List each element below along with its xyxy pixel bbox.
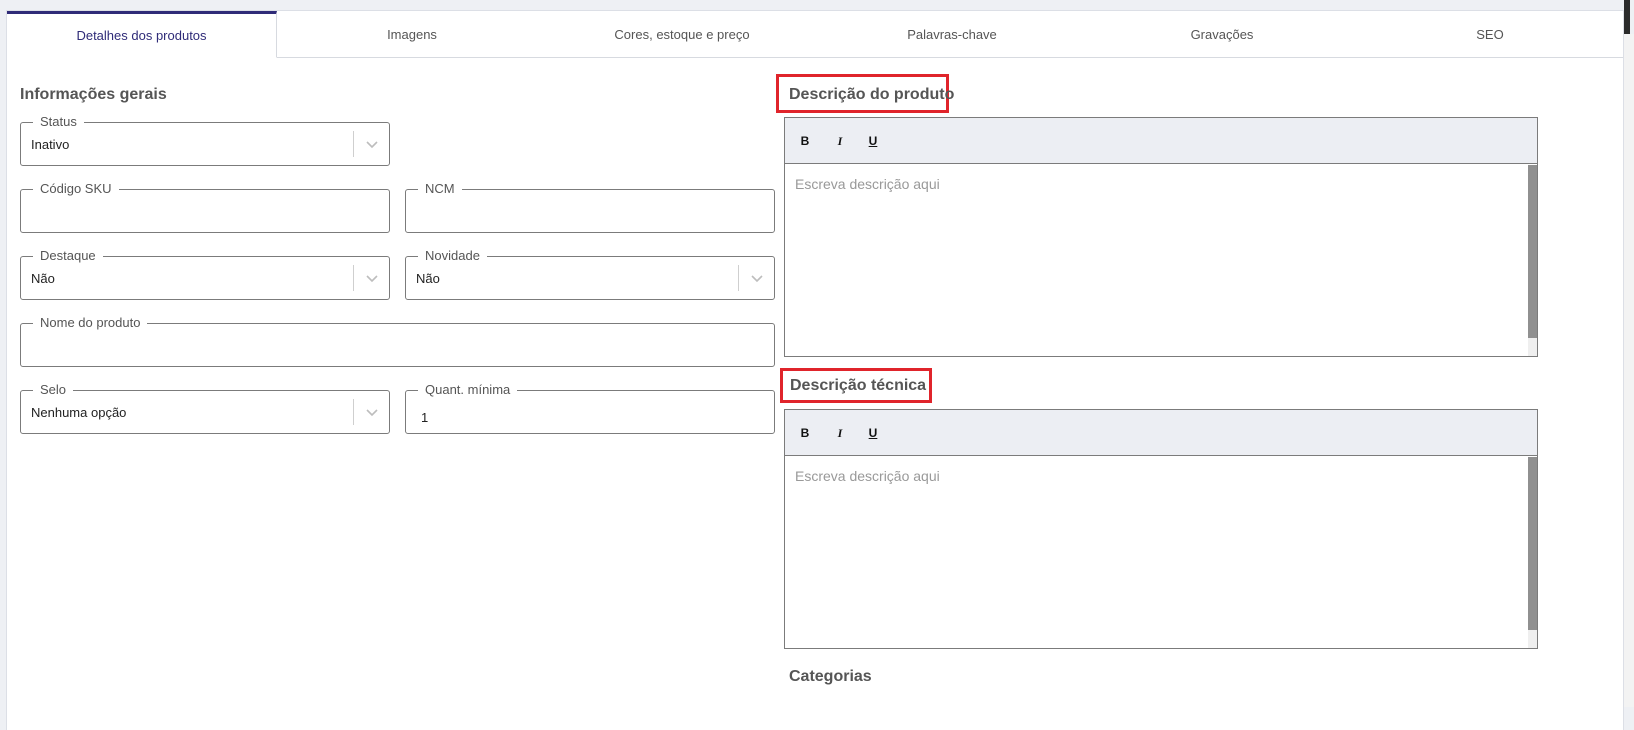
editor-toolbar: B I U (785, 410, 1537, 456)
novidade-label: Novidade (418, 248, 487, 264)
page-scrollbar-track[interactable] (1624, 34, 1634, 707)
categories-title: Categorias (789, 668, 872, 685)
selo-select[interactable]: Selo Nenhuma opção (20, 382, 390, 434)
select-separator (353, 399, 354, 425)
page-scrollbar-thumb[interactable] (1624, 0, 1630, 34)
product-description-title: Descrição do produto (789, 86, 955, 103)
tab-palavras-chave[interactable]: Palavras-chave (817, 11, 1087, 58)
technical-description-highlight: Descrição técnica (780, 368, 932, 403)
status-value: Inativo (31, 137, 70, 152)
select-separator (353, 265, 354, 291)
italic-button[interactable]: I (832, 426, 848, 441)
tab-bar: Detalhes dos produtos Imagens Cores, est… (7, 11, 1623, 58)
select-separator (738, 265, 739, 291)
selo-label: Selo (33, 382, 74, 398)
sku-input[interactable] (22, 191, 388, 231)
destaque-label: Destaque (33, 248, 103, 264)
tab-gravacoes[interactable]: Gravações (1087, 11, 1357, 58)
status-select[interactable]: Status Inativo (20, 114, 390, 166)
editor-scrollbar[interactable] (1528, 165, 1537, 356)
select-separator (353, 131, 354, 157)
technical-description-editor[interactable]: B I U Escreva descrição aqui (784, 409, 1538, 649)
tab-imagens[interactable]: Imagens (277, 11, 547, 58)
technical-description-placeholder[interactable]: Escreva descrição aqui (795, 468, 940, 484)
product-name-input[interactable] (22, 325, 773, 365)
min-quantity-field[interactable]: Quant. mínima (405, 382, 775, 434)
technical-description-title: Descrição técnica (790, 377, 927, 394)
novidade-value: Não (416, 271, 440, 286)
italic-button[interactable]: I (832, 134, 848, 149)
scrollbar-thumb[interactable] (1528, 165, 1537, 338)
destaque-select[interactable]: Destaque Não (20, 248, 390, 300)
ncm-input[interactable] (407, 191, 773, 231)
selo-value: Nenhuma opção (31, 405, 127, 420)
underline-button[interactable]: U (865, 426, 881, 440)
chevron-down-icon[interactable] (750, 271, 764, 285)
bold-button[interactable]: B (797, 134, 813, 148)
destaque-value: Não (31, 271, 55, 286)
chevron-down-icon[interactable] (365, 137, 379, 151)
bold-button[interactable]: B (797, 426, 813, 440)
editor-toolbar: B I U (785, 118, 1537, 164)
editor-scrollbar[interactable] (1528, 457, 1537, 648)
tab-cores-estoque-preco[interactable]: Cores, estoque e preço (547, 11, 817, 58)
chevron-down-icon[interactable] (365, 405, 379, 419)
min-quantity-input[interactable] (407, 392, 773, 432)
chevron-down-icon[interactable] (365, 271, 379, 285)
scrollbar-thumb[interactable] (1528, 457, 1537, 630)
novidade-select[interactable]: Novidade Não (405, 248, 775, 300)
general-info-title: Informações gerais (20, 86, 167, 103)
tab-seo[interactable]: SEO (1357, 11, 1623, 58)
product-description-editor[interactable]: B I U Escreva descrição aqui (784, 117, 1538, 357)
underline-button[interactable]: U (865, 134, 881, 148)
tab-detalhes-dos-produtos[interactable]: Detalhes dos produtos (7, 11, 277, 58)
product-name-field[interactable]: Nome do produto (20, 315, 775, 367)
status-label: Status (33, 114, 84, 130)
product-description-highlight: Descrição do produto (776, 74, 954, 113)
product-description-placeholder[interactable]: Escreva descrição aqui (795, 176, 940, 192)
ncm-field[interactable]: NCM (405, 181, 775, 233)
sku-field[interactable]: Código SKU (20, 181, 390, 233)
